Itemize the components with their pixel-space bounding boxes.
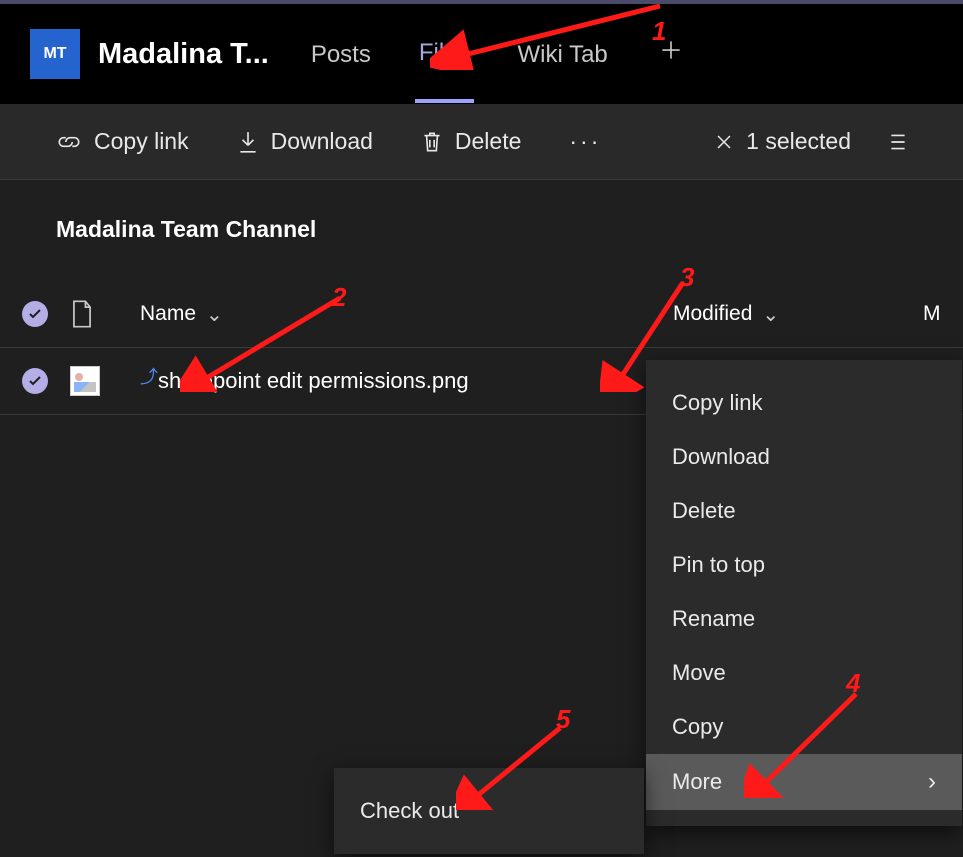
ctx-rename[interactable]: Rename [646,592,962,646]
team-avatar[interactable]: MT [30,29,80,79]
row-checkbox[interactable] [22,368,48,394]
hamburger-icon [889,131,907,153]
annotation-label-5: 5 [556,704,570,735]
copylink-button[interactable]: Copy link [56,128,189,155]
column-header-more: M [923,302,963,326]
tab-wiki[interactable]: Wiki Tab [514,7,612,101]
clear-selection-button[interactable]: 1 selected [714,128,851,155]
copylink-label: Copy link [94,128,189,155]
tab-posts[interactable]: Posts [307,7,375,101]
chevron-down-icon: ⌄ [762,302,779,327]
name-header-label: Name [140,302,196,326]
ellipsis-icon: ··· [604,365,638,396]
select-all-checkbox[interactable] [22,301,48,327]
add-tab-button[interactable] [652,37,690,71]
ctx-label: Download [672,444,770,470]
command-bar: Copy link Download Delete ··· 1 selected [0,104,963,180]
ctx-download[interactable]: Download [646,430,962,484]
column-header-modified[interactable]: Modified ⌄ [643,302,923,327]
link-icon [56,132,82,152]
column-header-name[interactable]: Name ⌄ [140,302,223,327]
modified-header-label: Modified [673,302,752,326]
ctx-check-out[interactable]: Check out [334,792,644,830]
context-menu: Copy link Download Delete Pin to top Ren… [646,360,962,826]
breadcrumb[interactable]: Madalina Team Channel [0,180,963,253]
column-header-row: Name ⌄ Modified ⌄ M [0,273,963,348]
ctx-pin-to-top[interactable]: Pin to top [646,538,962,592]
view-options-button[interactable] [889,131,907,153]
ctx-delete[interactable]: Delete [646,484,962,538]
share-indicator-icon: ⤴ [140,373,156,389]
row-actions-button[interactable]: ··· [604,365,638,397]
check-icon [27,306,43,322]
overflow-button[interactable]: ··· [569,128,601,155]
ctx-label: Copy [672,714,723,740]
trash-icon [421,129,443,155]
delete-label: Delete [455,128,521,155]
ctx-copy[interactable]: Copy [646,700,962,754]
ctx-label: More [672,769,722,795]
context-submenu: Check out [334,768,644,854]
check-icon [27,373,43,389]
ctx-label: Pin to top [672,552,765,578]
ctx-label: Copy link [672,390,762,416]
delete-button[interactable]: Delete [421,128,521,155]
file-name: sharepoint edit permissions.png [158,368,469,394]
selection-count: 1 selected [746,128,851,155]
ctx-label: Delete [672,498,736,524]
ctx-copy-link[interactable]: Copy link [646,376,962,430]
download-icon [237,130,259,154]
download-label: Download [271,128,373,155]
ctx-label: Rename [672,606,755,632]
ctx-more[interactable]: More › [646,754,962,810]
close-icon [714,132,734,152]
chevron-down-icon: ⌄ [206,302,223,327]
plus-icon [658,37,684,63]
image-file-icon [70,366,100,396]
ctx-move[interactable]: Move [646,646,962,700]
chevron-right-icon: › [928,768,936,796]
download-button[interactable]: Download [237,128,373,155]
ellipsis-icon: ··· [569,128,601,155]
ctx-label: Move [672,660,726,686]
channel-header: MT Madalina T... Posts Files Wiki Tab [0,0,963,104]
team-title: Madalina T... [98,38,269,71]
tab-files[interactable]: Files [415,5,474,103]
file-type-icon [70,299,94,329]
